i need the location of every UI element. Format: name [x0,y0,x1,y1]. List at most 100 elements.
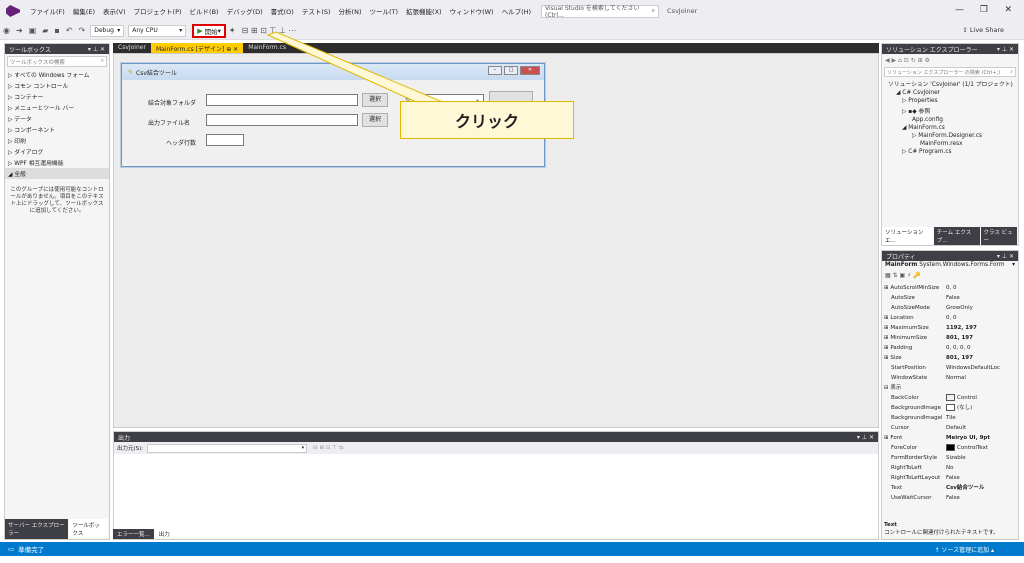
add-to-source-control-button[interactable]: ↑ ソース管理に追加 ▴ [934,545,994,554]
output-panel: 出力 ▾ ⊥ ✕ 出力元(S): ▾ ⊟ ⊞ ⊡ ⊤ ⇆ [113,431,879,540]
tab-solution-explorer[interactable]: ソリューション エ... [882,227,933,245]
property-row[interactable]: BackgroundImageL Tile [882,413,1018,423]
tree-item-solution[interactable]: ソリューション 'CsvJoiner' (1/1 プロジェクト) [882,78,1018,89]
output-tools-icon[interactable]: ⊟ ⊞ ⊡ ⊤ ⇆ [313,445,343,451]
property-name: ⊞ MaximumSize [884,325,929,331]
property-value-text: ControlText [957,445,989,451]
property-row[interactable]: Cursor Default [882,423,1018,433]
color-swatch [946,444,955,451]
property-value-text: False [946,495,960,501]
tree-item-project[interactable]: ◢ C# CsvJoiner [882,89,1018,97]
property-name: ⊞ Size [884,355,902,361]
tab-team-explorer[interactable]: チーム エクスプ... [933,227,980,245]
pin-icon[interactable]: ▾ ⊥ ✕ [997,253,1014,260]
property-value[interactable]: False [942,493,1018,503]
chevron-down-icon: ▾ [1012,262,1015,268]
property-row[interactable]: StartPosition WindowsDefaultLoc [882,363,1018,373]
status-text: 準備完了 [18,546,45,554]
tree-item-references[interactable]: ▷ ▪◆ 参照 [882,105,1018,116]
output-toolbar: 出力元(S): ▾ ⊟ ⊞ ⊡ ⊤ ⇆ [114,442,878,454]
property-description: Text コントロールに関連付けられたテキストです。 [884,521,999,537]
property-row[interactable]: ⊟ 表示 [882,383,1018,393]
click-callout: クリック [400,101,574,139]
property-value[interactable]: False [942,473,1018,483]
properties-object-select[interactable]: MainForm System.Windows.Forms.Form ▾ [882,261,1018,272]
property-name: AutoSize [891,295,916,301]
property-name: Text [891,485,903,491]
output-source-select[interactable]: ▾ [147,443,308,453]
property-value[interactable]: 801, 197 [942,353,1018,363]
property-value-text: False [946,295,960,301]
solution-search-input[interactable]: ソリューション エクスプローラー の検索 (Ctrl+;) ⌕ [884,67,1016,77]
property-value[interactable]: Normal [942,373,1018,383]
property-value-text: 0, 0 [946,315,957,321]
property-name: ⊞ MinimumSize [884,335,928,341]
property-value[interactable]: (なし) [942,403,1018,413]
property-value[interactable]: Tile [942,413,1018,423]
property-name: ⊞ Location [884,315,914,321]
property-value[interactable]: Csv結合ツール [942,483,1018,493]
property-value[interactable]: Control [942,393,1018,403]
tree-item-mainform[interactable]: ◢ MainForm.cs [882,124,1018,132]
property-name: ForeColor [891,445,918,451]
property-name: ⊞ AutoScrollMinSize [884,285,940,291]
tree-item-mainform-resx[interactable]: MainForm.resx [882,140,1018,148]
property-row[interactable]: ⊞ Location 0, 0 [882,313,1018,323]
property-row[interactable]: UseWaitCursor False [882,493,1018,503]
property-value[interactable] [942,383,1018,393]
property-name: BackColor [891,395,919,401]
properties-title: プロパティ [886,253,916,261]
property-name: BackgroundImageL [891,415,942,421]
property-row[interactable]: ForeColor ControlText [882,443,1018,453]
property-value[interactable]: Meiryo UI, 9pt [942,433,1018,443]
property-description-body: コントロールに関連付けられたテキストです。 [884,530,999,536]
property-row[interactable]: Text Csv結合ツール [882,483,1018,493]
property-value[interactable]: No [942,463,1018,473]
property-row[interactable]: AutoSize False [882,293,1018,303]
property-row[interactable]: BackgroundImage (なし) [882,403,1018,413]
property-row[interactable]: ⊞ Size 801, 197 [882,353,1018,363]
property-row[interactable]: RightToLeftLayout False [882,473,1018,483]
tree-item-program[interactable]: ▷ C# Program.cs [882,148,1018,156]
property-value[interactable]: ControlText [942,443,1018,453]
property-value[interactable]: 801, 197 [942,333,1018,343]
property-value-text: GrowOnly [946,305,973,311]
property-name: ⊞ Padding [884,345,913,351]
property-row[interactable]: ⊞ Padding 0, 0, 0, 0 [882,343,1018,353]
property-name: ⊟ 表示 [884,385,902,391]
property-value[interactable]: Default [942,423,1018,433]
property-name: StartPosition [891,365,926,371]
property-value[interactable]: Sizable [942,453,1018,463]
property-value[interactable]: 0, 0 [942,313,1018,323]
tree-item-properties[interactable]: ▷ Properties [882,97,1018,105]
property-row[interactable]: ⊞ AutoScrollMinSize 0, 0 [882,283,1018,293]
property-row[interactable]: AutoSizeMode GrowOnly [882,303,1018,313]
pin-icon[interactable]: ▾ ⊥ ✕ [997,46,1014,53]
property-name: FormBorderStyle [891,455,938,461]
solution-tree: ソリューション 'CsvJoiner' (1/1 プロジェクト) ◢ C# Cs… [882,78,1018,156]
property-row[interactable]: FormBorderStyle Sizable [882,453,1018,463]
property-value[interactable]: 0, 0, 0, 0 [942,343,1018,353]
categorized-icon[interactable]: ▦ ⇅ ▣ ⚡ 🔑 [885,272,921,279]
tree-item-appconfig[interactable]: App.config [882,116,1018,124]
properties-object-name: MainForm [885,262,918,268]
property-value[interactable]: False [942,293,1018,303]
property-value[interactable]: GrowOnly [942,303,1018,313]
property-value[interactable]: WindowsDefaultLoc [942,363,1018,373]
property-row[interactable]: RightToLeft No [882,463,1018,473]
property-row[interactable]: ⊞ MaximumSize 1192, 197 [882,323,1018,333]
tab-class-view[interactable]: クラス ビュー [980,227,1018,245]
tree-item-mainform-designer[interactable]: ▷ MainForm.Designer.cs [882,132,1018,140]
tab-error-list[interactable]: エラー一覧... [113,529,154,539]
sync-icon[interactable]: ◀ ▶ ⌂ ⊡ ↻ ⊞ ⚙ [885,57,930,64]
pin-icon[interactable]: ▾ ⊥ ✕ [857,434,874,441]
property-value-text: 0, 0 [946,285,957,291]
property-value[interactable]: 1192, 197 [942,323,1018,333]
property-value[interactable]: 0, 0 [942,283,1018,293]
property-row[interactable]: WindowState Normal [882,373,1018,383]
property-row[interactable]: BackColor Control [882,393,1018,403]
property-name: UseWaitCursor [891,495,932,501]
tab-output[interactable]: 出力 [154,529,174,539]
property-row[interactable]: ⊞ MinimumSize 801, 197 [882,333,1018,343]
property-row[interactable]: ⊞ Font Meiryo UI, 9pt [882,433,1018,443]
